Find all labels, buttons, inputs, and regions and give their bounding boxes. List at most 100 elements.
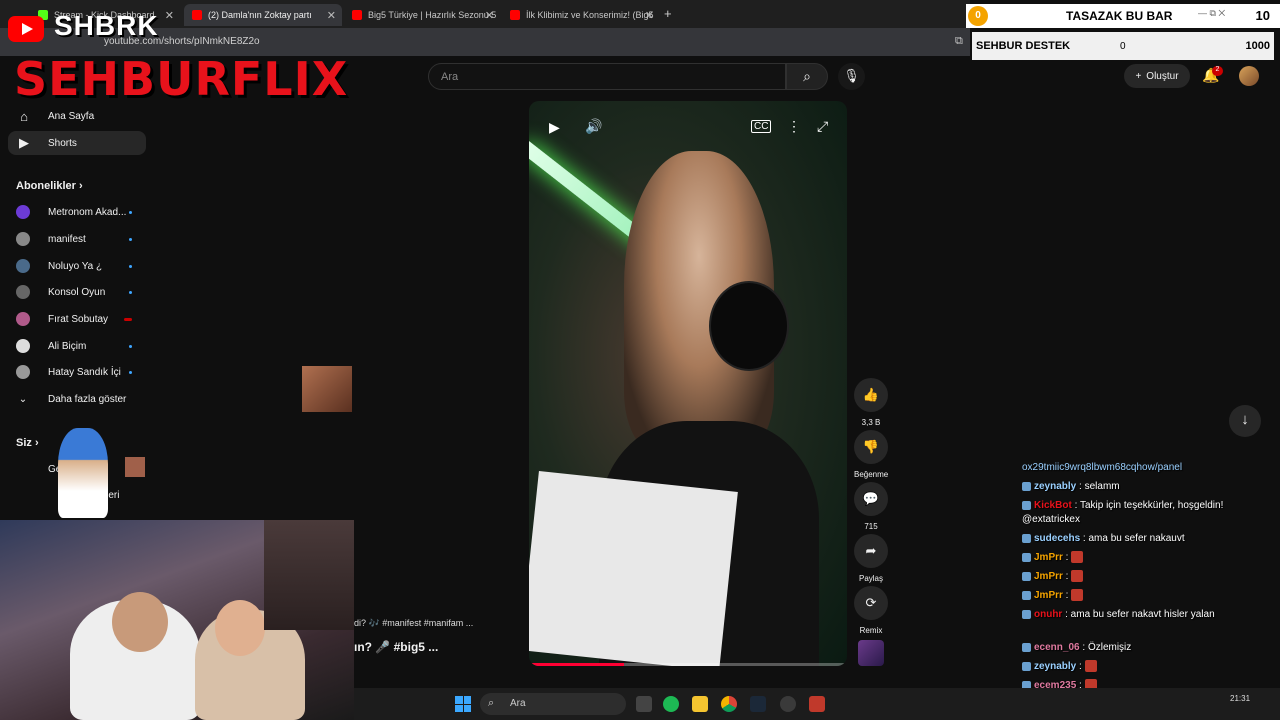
chat-message: onuhr : ama bu sefer nakavt hisler yalan xyxy=(1022,608,1278,622)
overlay-top-bar-title: TASAZAK BU BAR xyxy=(1066,9,1173,23)
clock-time: 21:31 xyxy=(1230,694,1251,703)
badge-icon xyxy=(1022,500,1031,510)
sidebar-sub-item[interactable]: Metronom Akad... xyxy=(16,202,136,222)
person-right-head xyxy=(215,600,265,656)
video-progress-bar[interactable] xyxy=(529,663,847,666)
volume-icon[interactable]: 🔊 xyxy=(585,118,602,135)
more-options-icon[interactable]: ⋮ xyxy=(787,118,801,135)
like-button[interactable]: 👍 3,3 B xyxy=(854,378,888,427)
youtube-favicon-icon xyxy=(352,10,362,20)
tab-close-icon[interactable]: ✕ xyxy=(645,9,654,22)
overlay-top-bar-count: 10 xyxy=(1255,8,1270,23)
avatar[interactable] xyxy=(1239,66,1259,86)
show-more-button[interactable]: ⌄ Daha fazla göster xyxy=(16,389,136,409)
emote-icon xyxy=(1071,551,1084,564)
sidebar-sub-item[interactable]: Fırat Sobutay xyxy=(16,309,136,329)
window-controls-icon: — ⧉ ✕ xyxy=(1198,8,1226,18)
goal-current: 0 xyxy=(1120,41,1126,52)
coin-icon: 0 xyxy=(968,6,988,26)
thumbs-down-icon: 👎 xyxy=(854,430,888,464)
create-button[interactable]: + Oluştur xyxy=(1124,64,1190,88)
badge-icon xyxy=(1022,533,1031,543)
youtube-favicon-icon xyxy=(510,10,520,20)
chat-message: zeynably : selamm xyxy=(1022,480,1278,494)
app-icon[interactable] xyxy=(809,696,825,712)
sidebar-sub-item[interactable]: Konsol Oyun xyxy=(16,282,136,302)
home-icon: ⌂ xyxy=(20,108,28,124)
file-explorer-icon[interactable] xyxy=(692,696,708,712)
captions-icon[interactable]: CC xyxy=(751,120,772,133)
voice-search-button[interactable]: 🎙 xyxy=(838,63,865,90)
video-title[interactable]: ın? 🎤 #big5 ... xyxy=(354,640,438,654)
channel-avatar xyxy=(16,339,30,353)
chat-username[interactable]: onuhr xyxy=(1034,609,1062,620)
chat-username[interactable]: sudecehs xyxy=(1034,533,1080,544)
chat-username[interactable]: KickBot xyxy=(1034,500,1072,511)
emote-sticker xyxy=(302,366,352,412)
shorts-video-player[interactable]: ▶ 🔊 CC ⋮ ⤢ xyxy=(529,101,847,666)
chat-text: ama bu sefer nakavt hisler yalan xyxy=(1070,609,1215,620)
tab-big5-turkiye[interactable]: Big5 Türkiye | Hazırlık Sezonu 5 ✕ xyxy=(344,4,500,26)
subscriptions-heading[interactable]: Abonelikler › xyxy=(16,180,83,192)
chat-username[interactable]: JmPrr xyxy=(1034,571,1063,582)
fullscreen-icon[interactable]: ⤢ xyxy=(817,118,828,135)
dislike-button[interactable]: 👎 Beğenme xyxy=(854,430,888,479)
next-short-button[interactable]: ↓ xyxy=(1229,405,1261,437)
chat-username[interactable]: JmPrr xyxy=(1034,590,1063,601)
chat-username[interactable]: ecenn_06 xyxy=(1034,642,1080,653)
sidebar-sub-item[interactable]: Noluyo Ya ¿ xyxy=(16,256,136,276)
chevron-right-icon: › xyxy=(34,437,39,449)
play-icon[interactable]: ▶ xyxy=(549,119,560,136)
chat-username[interactable]: zeynably xyxy=(1034,661,1076,672)
chat-panel-url: ox29tmiic9wrq8lbwm68cqhow/panel xyxy=(1022,462,1183,473)
overlay-top-bar: TASAZAK BU BAR 10 — ⧉ ✕ xyxy=(966,4,1280,28)
you-heading[interactable]: Siz › xyxy=(16,437,39,449)
video-hashtags[interactable]: di? 🎶 #manifest #manifam ... xyxy=(354,618,473,629)
sidebar-sub-item[interactable]: Hatay Sandık İçi xyxy=(16,362,136,382)
webcam-feed xyxy=(0,520,354,720)
badge-icon xyxy=(1022,642,1031,652)
chat-message: KickBot : Takip için teşekkürler, hoşgel… xyxy=(1022,500,1224,525)
chat-message: JmPrr : xyxy=(1022,570,1278,584)
tab-close-icon[interactable]: ✕ xyxy=(165,9,174,22)
person-left-head xyxy=(112,592,168,652)
youtube-logo-icon xyxy=(8,16,44,42)
new-content-dot xyxy=(129,210,132,214)
steam-icon[interactable] xyxy=(750,696,766,712)
windows-start-icon[interactable] xyxy=(455,696,471,712)
sidebar-sub-item[interactable]: Ali Biçim xyxy=(16,336,136,356)
channel-avatar xyxy=(16,232,30,246)
mic-icon: 🎙 xyxy=(843,68,860,83)
tab-youtube-short[interactable]: (2) Damla'nın Zoktay partı ✕ xyxy=(184,4,342,26)
sidebar-item-shorts[interactable]: ▶ Shorts xyxy=(8,131,146,155)
chat-message: JmPrr : xyxy=(1022,551,1278,565)
sidebar-sub-item[interactable]: manifest xyxy=(16,229,136,249)
tab-close-icon[interactable]: ✕ xyxy=(327,9,336,22)
comments-button[interactable]: 💬 715 xyxy=(854,482,888,531)
chat-username[interactable]: zeynably xyxy=(1034,481,1076,492)
badge-icon xyxy=(1022,481,1031,491)
chat-text: Özlemişiz xyxy=(1087,642,1132,653)
new-content-dot xyxy=(129,237,132,241)
sidebar-item-home[interactable]: ⌂ Ana Sayfa xyxy=(8,104,146,128)
task-view-icon[interactable] xyxy=(636,696,652,712)
plus-icon: + xyxy=(1135,70,1142,82)
search-input[interactable]: Ara xyxy=(428,63,786,90)
channel-avatar xyxy=(16,285,30,299)
obs-icon[interactable] xyxy=(780,696,796,712)
sound-thumbnail[interactable] xyxy=(858,640,884,666)
taskbar-search-input[interactable]: Ara xyxy=(480,693,626,715)
spotify-icon[interactable] xyxy=(663,696,679,712)
search-button[interactable]: ⌕ xyxy=(786,63,828,90)
chat-message: sudecehs : ama bu sefer nakauvt xyxy=(1022,532,1278,546)
tab-ilk-klibimiz[interactable]: İlk Klibimiz ve Konserimiz! (Big5 ✕ xyxy=(502,4,660,26)
chat-username[interactable]: JmPrr xyxy=(1034,552,1063,563)
new-tab-button[interactable]: + xyxy=(664,6,672,21)
shorts-icon: ▶ xyxy=(19,135,29,150)
chrome-icon[interactable] xyxy=(721,696,737,712)
remix-button[interactable]: ⟳ Remix xyxy=(854,586,888,635)
tab-close-icon[interactable]: ✕ xyxy=(485,9,494,22)
cast-icon[interactable]: ⧉ xyxy=(955,35,963,48)
paper-sheet xyxy=(529,471,738,666)
share-button[interactable]: ➦ Paylaş xyxy=(854,534,888,583)
